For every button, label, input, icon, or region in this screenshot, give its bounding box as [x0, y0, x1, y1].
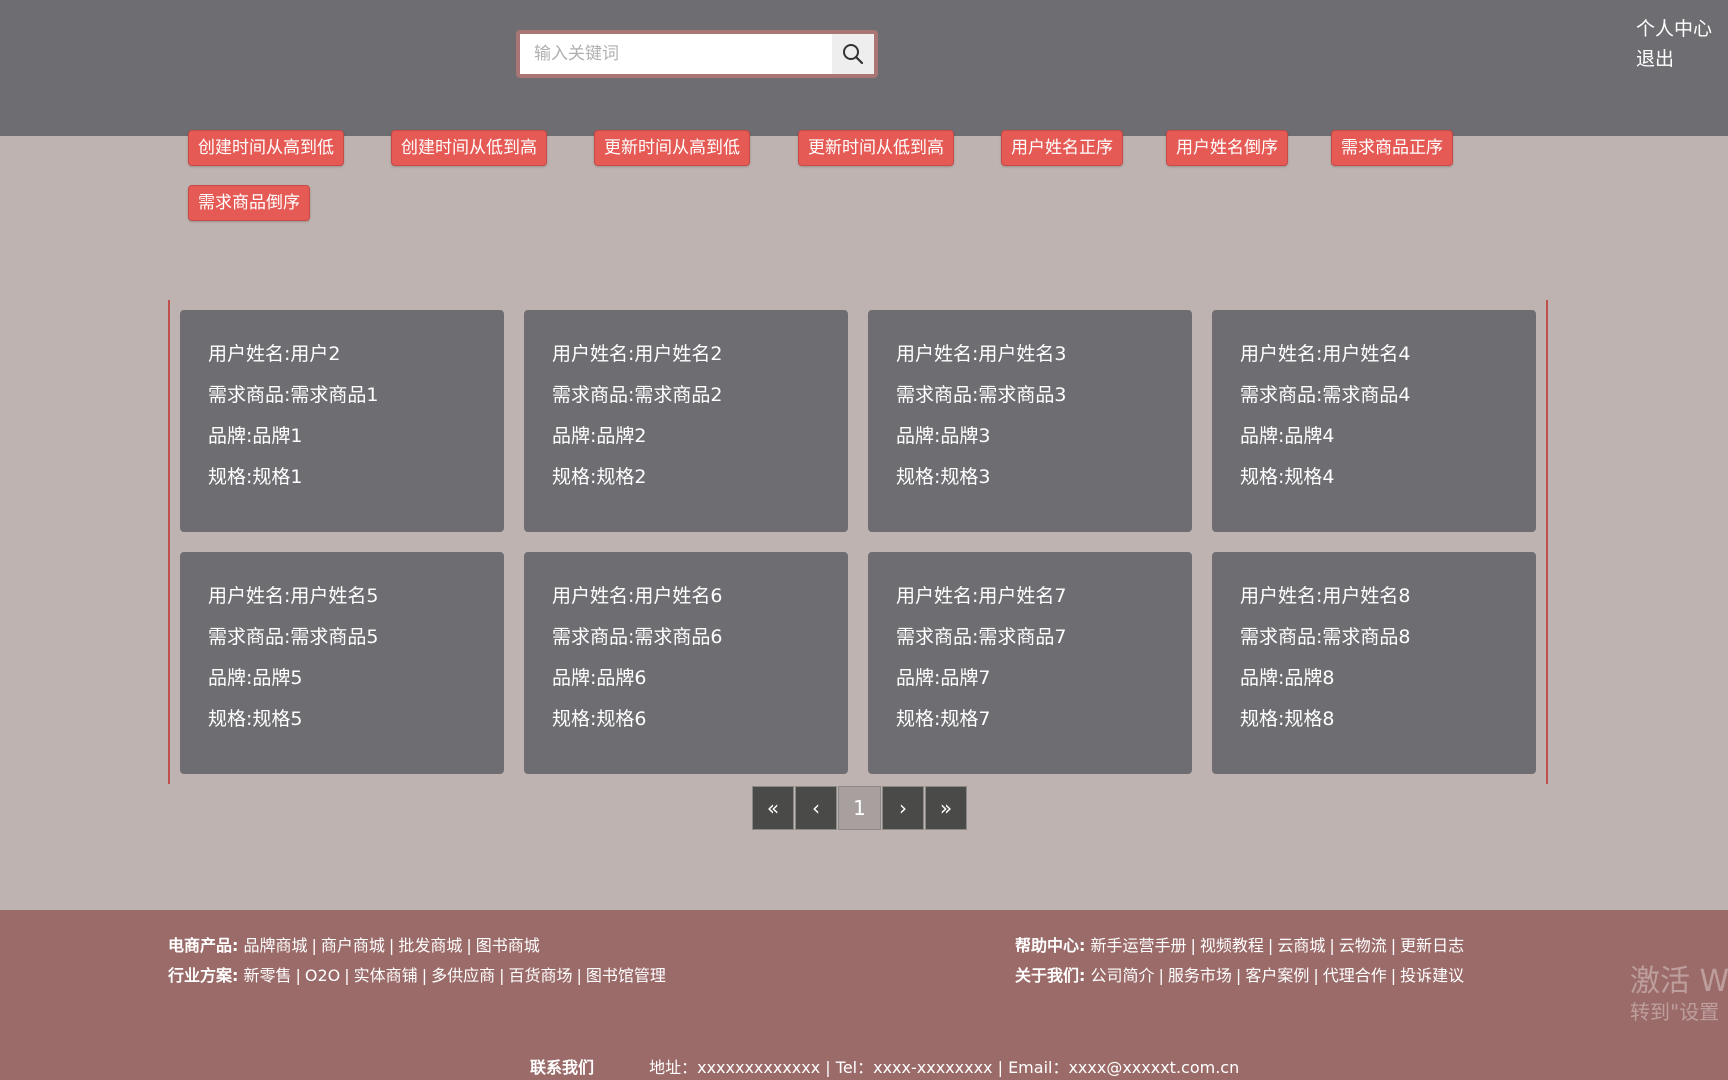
- sort-updated-asc-button[interactable]: 更新时间从低到高: [798, 130, 954, 166]
- last-page-button[interactable]: »: [925, 786, 967, 830]
- search-button[interactable]: [832, 34, 874, 74]
- user-links: 个人中心 退出: [1636, 14, 1712, 74]
- footer-link[interactable]: O2O: [305, 966, 340, 985]
- card-brand: 品牌:品牌6: [552, 667, 647, 689]
- card-brand: 品牌:品牌4: [1240, 425, 1335, 447]
- card-spec: 规格:规格5: [208, 708, 303, 730]
- card-product: 需求商品:需求商品1: [208, 384, 379, 406]
- card-user: 用户姓名:用户姓名5: [208, 585, 379, 607]
- footer-link[interactable]: 图书商城: [476, 936, 540, 955]
- footer-link[interactable]: 代理合作: [1323, 966, 1387, 985]
- card-spec: 规格:规格2: [552, 466, 647, 488]
- demand-card[interactable]: 用户姓名:用户2 需求商品:需求商品1 品牌:品牌1 规格:规格1: [180, 310, 504, 532]
- card-grid: 用户姓名:用户2 需求商品:需求商品1 品牌:品牌1 规格:规格1 用户姓名:用…: [168, 300, 1548, 784]
- card-user: 用户姓名:用户姓名4: [1240, 343, 1411, 365]
- prev-page-button[interactable]: ‹: [795, 786, 837, 830]
- footer-about: 关于我们: 公司简介 | 服务市场 | 客户案例 | 代理合作 | 投诉建议: [1015, 966, 1465, 985]
- pagination: « ‹ 1 › »: [752, 786, 968, 830]
- demand-card[interactable]: 用户姓名:用户姓名8 需求商品:需求商品8 品牌:品牌8 规格:规格8: [1212, 552, 1536, 774]
- footer-link[interactable]: 新零售: [244, 966, 292, 985]
- next-page-button[interactable]: ›: [882, 786, 924, 830]
- watermark-line2: 转到"设置: [1630, 1000, 1720, 1024]
- footer-link[interactable]: 批发商城: [398, 936, 462, 955]
- sort-username-desc-button[interactable]: 用户姓名倒序: [1166, 130, 1288, 166]
- card-spec: 规格:规格4: [1240, 466, 1335, 488]
- sort-updated-desc-button[interactable]: 更新时间从高到低: [594, 130, 750, 166]
- user-center-link[interactable]: 个人中心: [1636, 14, 1712, 44]
- footer-link[interactable]: 更新日志: [1400, 936, 1464, 955]
- sort-created-desc-button[interactable]: 创建时间从高到低: [188, 130, 344, 166]
- footer-industry-label: 行业方案:: [168, 966, 239, 985]
- card-brand: 品牌:品牌2: [552, 425, 647, 447]
- sort-created-asc-button[interactable]: 创建时间从低到高: [391, 130, 547, 166]
- footer-link[interactable]: 商户商城: [321, 936, 385, 955]
- card-product: 需求商品:需求商品8: [1240, 626, 1411, 648]
- footer-ecommerce-label: 电商产品:: [168, 936, 239, 955]
- card-brand: 品牌:品牌1: [208, 425, 303, 447]
- card-product: 需求商品:需求商品4: [1240, 384, 1411, 406]
- search-icon: [843, 44, 864, 65]
- footer-link[interactable]: 公司简介: [1091, 966, 1155, 985]
- card-product: 需求商品:需求商品5: [208, 626, 379, 648]
- footer-help-label: 帮助中心:: [1015, 936, 1086, 955]
- card-user: 用户姓名:用户2: [208, 343, 341, 365]
- card-spec: 规格:规格7: [896, 708, 991, 730]
- card-product: 需求商品:需求商品6: [552, 626, 723, 648]
- footer-link[interactable]: 视频教程: [1200, 936, 1264, 955]
- footer-link[interactable]: 云商城: [1277, 936, 1325, 955]
- current-page-button[interactable]: 1: [838, 786, 881, 830]
- watermark-line1: 激活 W: [1630, 964, 1728, 999]
- sort-product-desc-button[interactable]: 需求商品倒序: [188, 185, 310, 221]
- header: 个人中心 退出: [0, 0, 1728, 136]
- card-user: 用户姓名:用户姓名7: [896, 585, 1067, 607]
- footer-link[interactable]: 多供应商: [431, 966, 495, 985]
- card-user: 用户姓名:用户姓名3: [896, 343, 1067, 365]
- first-page-button[interactable]: «: [752, 786, 794, 830]
- card-brand: 品牌:品牌7: [896, 667, 991, 689]
- card-spec: 规格:规格3: [896, 466, 991, 488]
- demand-card[interactable]: 用户姓名:用户姓名6 需求商品:需求商品6 品牌:品牌6 规格:规格6: [524, 552, 848, 774]
- card-user: 用户姓名:用户姓名8: [1240, 585, 1411, 607]
- card-user: 用户姓名:用户姓名2: [552, 343, 723, 365]
- footer-link[interactable]: 投诉建议: [1400, 966, 1464, 985]
- card-product: 需求商品:需求商品2: [552, 384, 723, 406]
- search-bar: [516, 30, 878, 78]
- footer-ecommerce: 电商产品: 品牌商城 | 商户商城 | 批发商城 | 图书商城: [168, 936, 540, 955]
- card-product: 需求商品:需求商品7: [896, 626, 1067, 648]
- logout-link[interactable]: 退出: [1636, 44, 1712, 74]
- footer-contact-label: 联系我们: [530, 1058, 595, 1077]
- card-product: 需求商品:需求商品3: [896, 384, 1067, 406]
- sort-username-asc-button[interactable]: 用户姓名正序: [1001, 130, 1123, 166]
- search-input[interactable]: [520, 34, 832, 74]
- footer-contact-info: 地址：xxxxxxxxxxxxx | Tel：xxxx-xxxxxxxx | E…: [649, 1058, 1240, 1077]
- footer-link[interactable]: 实体商铺: [354, 966, 418, 985]
- footer-link[interactable]: 服务市场: [1168, 966, 1232, 985]
- card-spec: 规格:规格8: [1240, 708, 1335, 730]
- footer-link[interactable]: 百货商场: [508, 966, 572, 985]
- card-spec: 规格:规格1: [208, 466, 303, 488]
- activation-watermark: 激活 W 转到"设置: [1630, 964, 1728, 1024]
- sort-product-asc-button[interactable]: 需求商品正序: [1331, 130, 1453, 166]
- footer: 电商产品: 品牌商城 | 商户商城 | 批发商城 | 图书商城 行业方案: 新零售 | O2O |…: [0, 910, 1728, 1080]
- demand-card[interactable]: 用户姓名:用户姓名3 需求商品:需求商品3 品牌:品牌3 规格:规格3: [868, 310, 1192, 532]
- card-brand: 品牌:品牌5: [208, 667, 303, 689]
- demand-card[interactable]: 用户姓名:用户姓名2 需求商品:需求商品2 品牌:品牌2 规格:规格2: [524, 310, 848, 532]
- footer-link[interactable]: 云物流: [1339, 936, 1387, 955]
- demand-card[interactable]: 用户姓名:用户姓名5 需求商品:需求商品5 品牌:品牌5 规格:规格5: [180, 552, 504, 774]
- card-user: 用户姓名:用户姓名6: [552, 585, 723, 607]
- demand-card[interactable]: 用户姓名:用户姓名4 需求商品:需求商品4 品牌:品牌4 规格:规格4: [1212, 310, 1536, 532]
- demand-card[interactable]: 用户姓名:用户姓名7 需求商品:需求商品7 品牌:品牌7 规格:规格7: [868, 552, 1192, 774]
- footer-about-label: 关于我们:: [1015, 966, 1086, 985]
- footer-link[interactable]: 品牌商城: [244, 936, 308, 955]
- footer-link[interactable]: 新手运营手册: [1091, 936, 1187, 955]
- card-spec: 规格:规格6: [552, 708, 647, 730]
- card-brand: 品牌:品牌8: [1240, 667, 1335, 689]
- footer-link[interactable]: 客户案例: [1245, 966, 1309, 985]
- footer-industry: 行业方案: 新零售 | O2O | 实体商铺 | 多供应商 | 百货商场 | 图书馆管理: [168, 966, 666, 985]
- footer-contact: 联系我们 地址：xxxxxxxxxxxxx | Tel：xxxx-xxxxxxx…: [530, 1054, 1239, 1078]
- card-brand: 品牌:品牌3: [896, 425, 991, 447]
- footer-link[interactable]: 图书馆管理: [586, 966, 666, 985]
- footer-help: 帮助中心: 新手运营手册 | 视频教程 | 云商城 | 云物流 | 更新日志: [1015, 936, 1465, 955]
